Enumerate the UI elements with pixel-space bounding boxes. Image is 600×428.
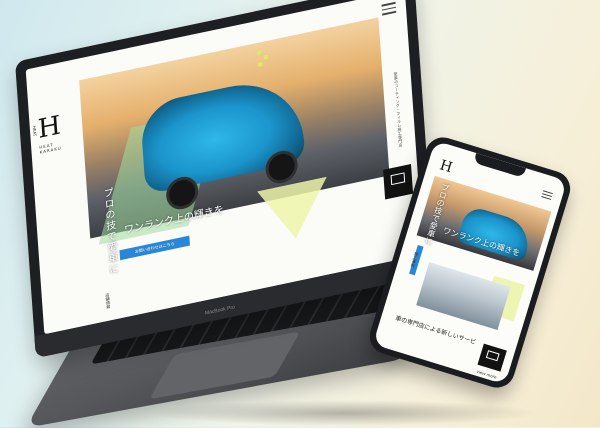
lime-marker bbox=[258, 61, 263, 67]
laptop-model-label: MacBook Pro bbox=[204, 304, 236, 317]
logo-side-text: HEAT bbox=[31, 125, 38, 137]
contact-button[interactable]: お問い合わせはこちら bbox=[119, 235, 190, 261]
window-icon bbox=[390, 172, 406, 186]
store-info-label: 店舗情報 bbox=[105, 292, 112, 310]
window-icon bbox=[485, 350, 500, 362]
logo-mark: H bbox=[37, 110, 62, 145]
phone-notch bbox=[473, 153, 527, 178]
site-logo[interactable]: H HEAT KARAKU bbox=[37, 111, 72, 157]
contact-widget[interactable] bbox=[383, 163, 414, 200]
lime-marker bbox=[263, 54, 268, 60]
phone-shop-photo bbox=[416, 262, 511, 330]
phone-contact-widget[interactable] bbox=[477, 343, 507, 372]
phone-view-more-link[interactable]: view more bbox=[476, 369, 497, 380]
hamburger-menu-icon[interactable] bbox=[541, 190, 553, 202]
device-shadow bbox=[150, 400, 540, 426]
tagline-vertical: 愛車のコーティング・フィルム施工専門店 bbox=[393, 71, 404, 148]
lime-marker bbox=[257, 50, 262, 55]
hamburger-menu-icon[interactable] bbox=[381, 1, 397, 16]
phone-site-logo[interactable]: H bbox=[438, 157, 454, 176]
